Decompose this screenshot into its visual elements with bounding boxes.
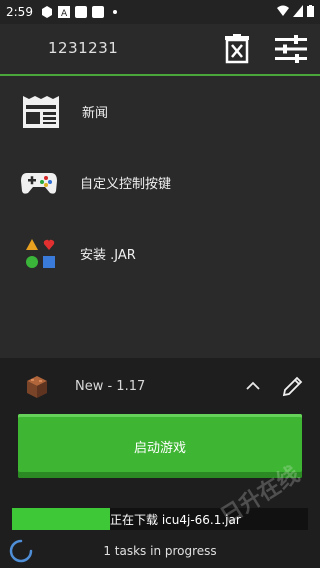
svg-text:A: A <box>61 9 68 18</box>
menu-item-label: 自定义控制按键 <box>80 177 172 192</box>
settings-button[interactable] <box>274 32 308 66</box>
shapes-icon <box>22 235 60 273</box>
delete-icon <box>225 34 249 64</box>
menu-item-custom-controls[interactable]: 自定义控制按键 <box>0 147 320 218</box>
notification-dot-icon <box>112 10 117 14</box>
download-progress: 正在下载 icu4j-66.1.jar <box>12 508 308 530</box>
menu-item-label: 新闻 <box>82 106 109 121</box>
font-app-icon: A <box>57 6 70 18</box>
profile-selector[interactable]: New - 1.17 <box>0 370 320 404</box>
launch-panel: New - 1.17 启动游戏 正在下载 icu4j-66.1.jar 1 ta… <box>0 358 320 568</box>
toolbar: 1231231 <box>0 24 320 76</box>
delete-button[interactable] <box>220 32 254 66</box>
settings-sliders-icon <box>275 35 307 63</box>
tasks-status: 1 tasks in progress <box>103 544 217 558</box>
profile-name: New - 1.17 <box>75 379 146 394</box>
status-bar: 2:59 A <box>0 0 320 24</box>
square-app-icon <box>74 6 87 18</box>
hexagon-app-icon <box>41 6 52 18</box>
account-title: 1231231 <box>48 39 119 57</box>
signal-icon <box>293 5 303 17</box>
launch-game-label: 启动游戏 <box>133 440 186 456</box>
edit-pencil-icon[interactable] <box>282 375 304 397</box>
wifi-icon <box>277 5 289 16</box>
menu-item-install-jar[interactable]: 安装 .JAR <box>0 218 320 289</box>
menu-item-label: 安装 .JAR <box>80 248 136 263</box>
launch-game-button[interactable]: 启动游戏 <box>18 414 302 478</box>
crafting-table-icon <box>27 376 47 398</box>
gamepad-icon <box>20 164 58 202</box>
chevron-up-icon[interactable] <box>246 381 260 390</box>
square-app-icon-2 <box>91 6 104 18</box>
download-progress-fill <box>12 508 110 530</box>
main-menu: 新闻 自定义控制按键 安装 .JAR <box>0 76 320 289</box>
status-time: 2:59 <box>6 5 33 19</box>
news-icon <box>22 93 60 131</box>
battery-icon <box>307 5 314 17</box>
menu-item-news[interactable]: 新闻 <box>0 76 320 147</box>
